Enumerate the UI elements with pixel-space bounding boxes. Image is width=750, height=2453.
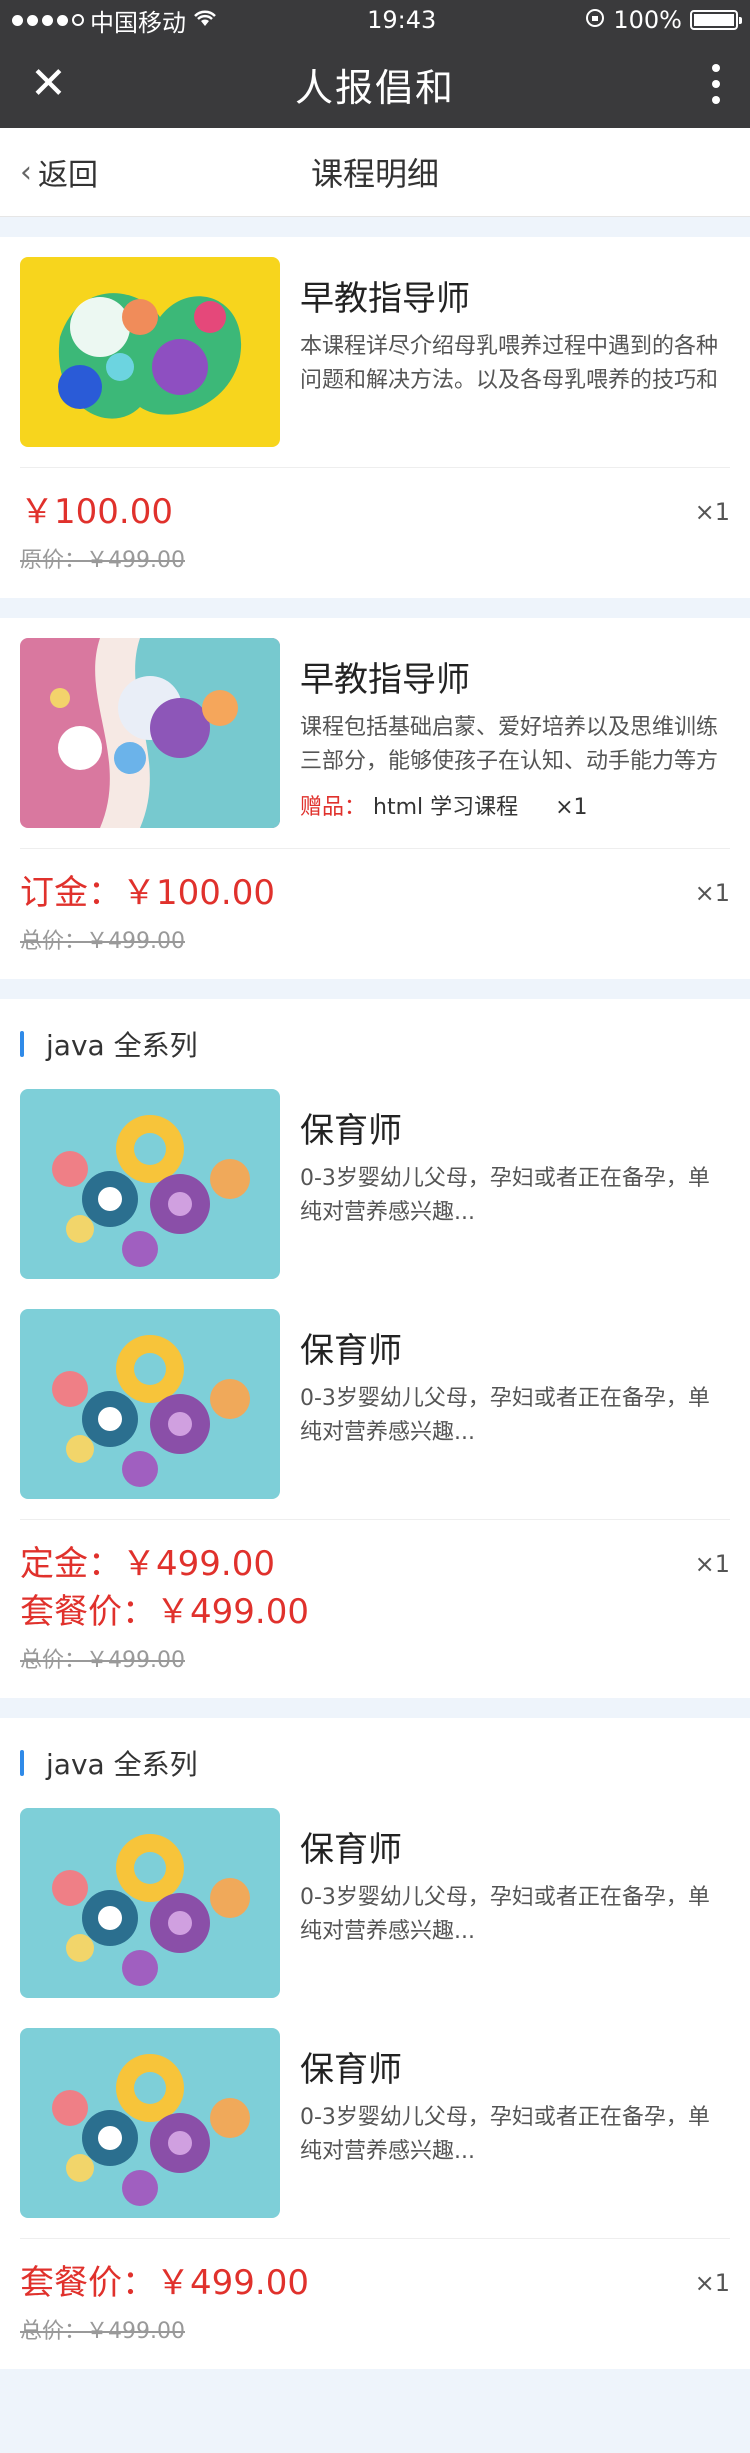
current-price: ￥100.00 <box>20 492 173 532</box>
section-marker <box>20 1031 24 1057</box>
total-price: 总价：￥499.00 <box>20 2319 185 2344</box>
sub-navigation: ‹ 返回 课程明细 <box>0 128 750 217</box>
course-item[interactable]: 早教指导师 课程包括基础启蒙、爱好培养以及思维训练三部分，能够使孩子在认知、动手… <box>20 618 730 848</box>
gift-quantity: ×1 <box>555 795 588 820</box>
deposit-price: 订金：￥100.00 <box>20 873 275 913</box>
package-price: 套餐价：￥499.00 <box>20 1592 309 1632</box>
quantity: ×1 <box>694 879 730 907</box>
course-description: 0-3岁婴幼儿父母，孕妇或者正在备孕，单纯对营养感兴趣... <box>300 1386 710 1445</box>
back-button[interactable]: ‹ 返回 <box>0 150 98 194</box>
signal-icon <box>12 14 84 26</box>
close-icon[interactable]: ✕ <box>30 62 67 106</box>
price-section: 订金：￥100.00 总价：￥499.00 ×1 <box>20 849 730 979</box>
course-description: 课程包括基础启蒙、爱好培养以及思维训练三部分，能够使孩子在认知、动手能力等方面全… <box>300 715 719 774</box>
course-thumbnail <box>20 1089 280 1279</box>
deposit-price: 定金：￥499.00 <box>20 1544 275 1584</box>
order-card: 早教指导师 本课程详尽介绍母乳喂养过程中遇到的各种问题和解决方法。以及各母乳喂养… <box>0 237 750 598</box>
section-marker <box>20 1750 24 1776</box>
price-section: 套餐价：￥499.00 总价：￥499.00 ×1 <box>20 2239 730 2369</box>
course-item[interactable]: 保育师 0-3岁婴幼儿父母，孕妇或者正在备孕，单纯对营养感兴趣... <box>20 1808 730 2018</box>
total-price: 总价：￥499.00 <box>20 1648 185 1673</box>
status-bar: 中国移动 19:43 100% <box>0 0 750 40</box>
section-title: java 全系列 <box>46 1748 198 1781</box>
section-header: java 全系列 <box>20 1718 730 1808</box>
course-item[interactable]: 早教指导师 本课程详尽介绍母乳喂养过程中遇到的各种问题和解决方法。以及各母乳喂养… <box>20 237 730 467</box>
quantity: ×1 <box>694 2269 730 2297</box>
gift-label: 赠品： <box>300 795 367 820</box>
price-section: ￥100.00 原价：￥499.00 ×1 <box>20 468 730 598</box>
course-name: 保育师 <box>300 1830 402 1870</box>
course-description: 0-3岁婴幼儿父母，孕妇或者正在备孕，单纯对营养感兴趣... <box>300 1885 710 1944</box>
original-price: 原价：￥499.00 <box>20 548 185 573</box>
battery-icon <box>689 10 742 30</box>
clock-time: 19:43 <box>367 6 437 34</box>
course-name: 早教指导师 <box>300 279 470 319</box>
wifi-icon <box>192 6 218 34</box>
chevron-left-icon: ‹ <box>20 154 32 190</box>
section-title: java 全系列 <box>46 1029 198 1062</box>
course-name: 早教指导师 <box>300 660 470 700</box>
total-price: 总价：￥499.00 <box>20 929 185 954</box>
course-name: 保育师 <box>300 2050 402 2090</box>
order-card: java 全系列 保育师 0-3岁婴幼儿父母，孕妇或者正在备孕，单纯对营养感兴趣… <box>0 1718 750 2369</box>
section-header: java 全系列 <box>20 999 730 1089</box>
rotation-lock-icon <box>585 6 605 34</box>
order-card: java 全系列 保育师 0-3岁婴幼儿父母，孕妇或者正在备孕，单纯对营养感兴趣… <box>0 999 750 1698</box>
back-label: 返回 <box>38 158 98 193</box>
course-name: 保育师 <box>300 1331 402 1371</box>
course-thumbnail <box>20 1309 280 1499</box>
quantity: ×1 <box>694 1550 730 1578</box>
quantity: ×1 <box>694 498 730 526</box>
battery-percent: 100% <box>613 6 682 34</box>
course-name: 保育师 <box>300 1111 402 1151</box>
course-description: 0-3岁婴幼儿父母，孕妇或者正在备孕，单纯对营养感兴趣... <box>300 2105 710 2164</box>
course-description: 0-3岁婴幼儿父母，孕妇或者正在备孕，单纯对营养感兴趣... <box>300 1166 710 1225</box>
course-thumbnail <box>20 257 280 447</box>
course-item[interactable]: 保育师 0-3岁婴幼儿父母，孕妇或者正在备孕，单纯对营养感兴趣... <box>20 2018 730 2238</box>
course-item[interactable]: 保育师 0-3岁婴幼儿父母，孕妇或者正在备孕，单纯对营养感兴趣... <box>20 1299 730 1519</box>
more-options-icon[interactable] <box>712 64 720 104</box>
gift-line: 赠品： html 学习课程 ×1 <box>300 789 730 821</box>
price-section: 定金：￥499.00 套餐价：￥499.00 总价：￥499.00 ×1 <box>20 1520 730 1698</box>
course-thumbnail <box>20 2028 280 2218</box>
gift-text: html 学习课程 <box>373 795 519 820</box>
app-title: 人报倡和 <box>294 65 455 110</box>
page-title: 课程明细 <box>310 155 439 193</box>
course-thumbnail <box>20 1808 280 1998</box>
course-description: 本课程详尽介绍母乳喂养过程中遇到的各种问题和解决方法。以及各母乳喂养的技巧和方法 <box>300 334 719 393</box>
package-price: 套餐价：￥499.00 <box>20 2263 309 2303</box>
order-card: 早教指导师 课程包括基础启蒙、爱好培养以及思维训练三部分，能够使孩子在认知、动手… <box>0 618 750 979</box>
carrier-label: 中国移动 <box>90 8 186 37</box>
course-thumbnail <box>20 638 280 828</box>
course-item[interactable]: 保育师 0-3岁婴幼儿父母，孕妇或者正在备孕，单纯对营养感兴趣... <box>20 1089 730 1299</box>
app-bar: ✕ 人报倡和 <box>0 40 750 128</box>
